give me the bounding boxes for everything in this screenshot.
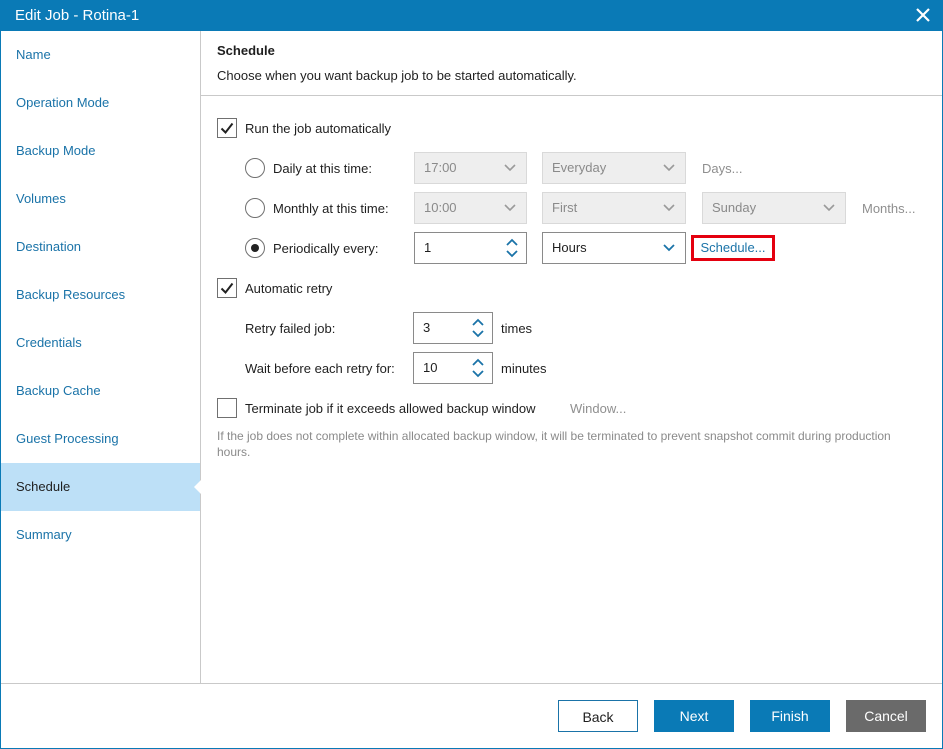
daily-time-value: 17:00 (424, 160, 457, 175)
wizard-sidebar: Name Operation Mode Backup Mode Volumes … (0, 31, 201, 683)
sidebar-item-backup-mode[interactable]: Backup Mode (0, 127, 200, 175)
radio-selected-dot (251, 244, 259, 252)
footer-divider (0, 683, 943, 684)
retry-failed-label: Retry failed job: (245, 321, 336, 336)
daily-days-value: Everyday (552, 160, 607, 175)
chevron-down-icon (663, 164, 675, 172)
wait-minutes-stepper[interactable]: 10 (413, 352, 493, 384)
daily-days-select[interactable]: Everyday (542, 152, 686, 184)
run-automatically-checkbox[interactable] (217, 118, 237, 138)
chevron-down-icon (823, 204, 835, 212)
monthly-weekday-value: Sunday (712, 200, 757, 215)
wait-label: Wait before each retry for: (245, 361, 395, 376)
terminate-job-label: Terminate job if it exceeds allowed back… (245, 401, 536, 416)
monthly-time-value: 10:00 (424, 200, 457, 215)
page-title: Schedule (217, 43, 275, 58)
title-bar: Edit Job - Rotina-1 (0, 0, 943, 31)
chevron-down-icon[interactable] (472, 370, 484, 378)
monthly-ordinal-select[interactable]: First (542, 192, 686, 224)
chevron-down-icon (663, 244, 675, 252)
monthly-radio[interactable] (245, 198, 265, 218)
monthly-time-select[interactable]: 10:00 (414, 192, 527, 224)
period-unit-select[interactable]: Hours (542, 232, 686, 264)
sidebar-item-schedule[interactable]: Schedule (0, 463, 201, 511)
daily-radio[interactable] (245, 158, 265, 178)
chevron-down-icon (504, 204, 516, 212)
sidebar-item-backup-resources[interactable]: Backup Resources (0, 271, 200, 319)
content-header: Schedule Choose when you want backup job… (201, 31, 942, 96)
window-link[interactable]: Window... (570, 401, 626, 416)
sidebar-item-summary[interactable]: Summary (0, 511, 200, 559)
terminate-note: If the job does not complete within allo… (217, 429, 891, 459)
chevron-down-icon (663, 204, 675, 212)
terminate-job-checkbox[interactable] (217, 398, 237, 418)
sidebar-item-destination[interactable]: Destination (0, 223, 200, 271)
sidebar-item-credentials[interactable]: Credentials (0, 319, 200, 367)
window-title: Edit Job - Rotina-1 (15, 7, 140, 24)
back-button[interactable]: Back (558, 700, 638, 732)
page-subtitle: Choose when you want backup job to be st… (217, 68, 577, 83)
checkmark-icon (220, 282, 234, 295)
chevron-up-icon[interactable] (472, 318, 484, 326)
next-button[interactable]: Next (654, 700, 734, 732)
finish-button[interactable]: Finish (750, 700, 830, 732)
sidebar-item-operation-mode[interactable]: Operation Mode (0, 79, 200, 127)
period-value: 1 (424, 240, 432, 255)
chevron-down-icon[interactable] (472, 330, 484, 338)
sidebar-item-name[interactable]: Name (0, 31, 200, 79)
chevron-down-icon (504, 164, 516, 172)
wait-minutes-value: 10 (423, 360, 438, 375)
sidebar-item-guest-processing[interactable]: Guest Processing (0, 415, 200, 463)
periodically-label: Periodically every: (273, 241, 379, 256)
sidebar-item-volumes[interactable]: Volumes (0, 175, 200, 223)
retry-count-value: 3 (423, 320, 431, 335)
wait-unit-label: minutes (501, 361, 547, 376)
checkmark-icon (220, 122, 234, 135)
cancel-button[interactable]: Cancel (846, 700, 926, 732)
chevron-up-icon[interactable] (506, 238, 518, 246)
retry-unit-label: times (501, 321, 533, 336)
automatic-retry-label: Automatic retry (245, 281, 333, 296)
retry-count-stepper[interactable]: 3 (413, 312, 493, 344)
chevron-up-icon[interactable] (472, 358, 484, 366)
run-automatically-label: Run the job automatically (245, 121, 391, 136)
daily-label: Daily at this time: (273, 161, 372, 176)
chevron-down-icon[interactable] (506, 250, 518, 258)
monthly-label: Monthly at this time: (273, 201, 389, 216)
close-icon[interactable] (912, 4, 934, 26)
automatic-retry-checkbox[interactable] (217, 278, 237, 298)
daily-time-select[interactable]: 17:00 (414, 152, 527, 184)
period-value-stepper[interactable]: 1 (414, 232, 527, 264)
months-link[interactable]: Months... (862, 201, 915, 216)
schedule-link[interactable]: Schedule... (691, 235, 775, 261)
period-unit-value: Hours (552, 240, 587, 255)
monthly-ordinal-value: First (552, 200, 578, 215)
periodically-radio[interactable] (245, 238, 265, 258)
sidebar-item-backup-cache[interactable]: Backup Cache (0, 367, 200, 415)
days-link[interactable]: Days... (702, 161, 742, 176)
monthly-weekday-select[interactable]: Sunday (702, 192, 846, 224)
